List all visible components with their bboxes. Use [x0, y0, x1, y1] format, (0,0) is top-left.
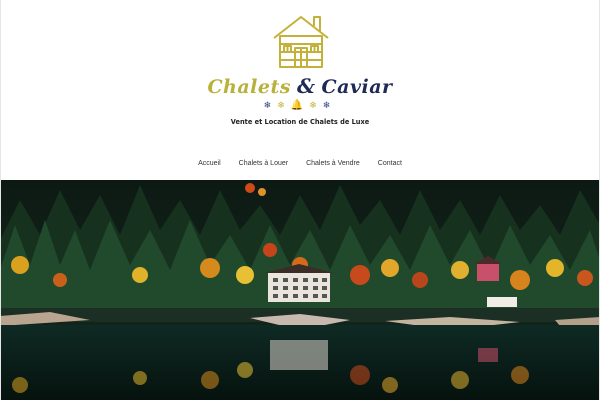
- brand-ampersand: &: [296, 74, 316, 98]
- brand-word-caviar: Caviar: [321, 76, 393, 98]
- chalet-cabin-icon[interactable]: [270, 12, 332, 70]
- nav-item-accueil[interactable]: Accueil: [198, 160, 221, 167]
- autumn-lake-chalet-photo: [0, 180, 600, 400]
- snowflake-icon: ❄: [277, 100, 291, 110]
- snowflake-icon: ❄: [263, 100, 278, 110]
- decorative-ornaments: ❄❄🔔❄❄: [0, 100, 600, 111]
- brand-logo-text[interactable]: Chalets & Caviar: [0, 74, 600, 98]
- bell-icon: 🔔: [290, 100, 310, 111]
- nav-item-chalets-a-louer[interactable]: Chalets à Louer: [239, 160, 288, 167]
- site-header: Chalets & Caviar ❄❄🔔❄❄ Vente et Location d…: [0, 0, 600, 180]
- site-tagline: Vente et Location de Chalets de Luxe: [230, 118, 370, 126]
- nav-item-contact[interactable]: Contact: [378, 160, 402, 167]
- snowflake-icon: ❄: [322, 100, 337, 110]
- hero-image: [0, 180, 600, 400]
- main-navigation: Accueil Chalets à Louer Chalets à Vendre…: [0, 160, 600, 167]
- nav-item-chalets-a-vendre[interactable]: Chalets à Vendre: [306, 160, 360, 167]
- brand-word-chalets: Chalets: [207, 76, 291, 98]
- snowflake-icon: ❄: [309, 100, 323, 110]
